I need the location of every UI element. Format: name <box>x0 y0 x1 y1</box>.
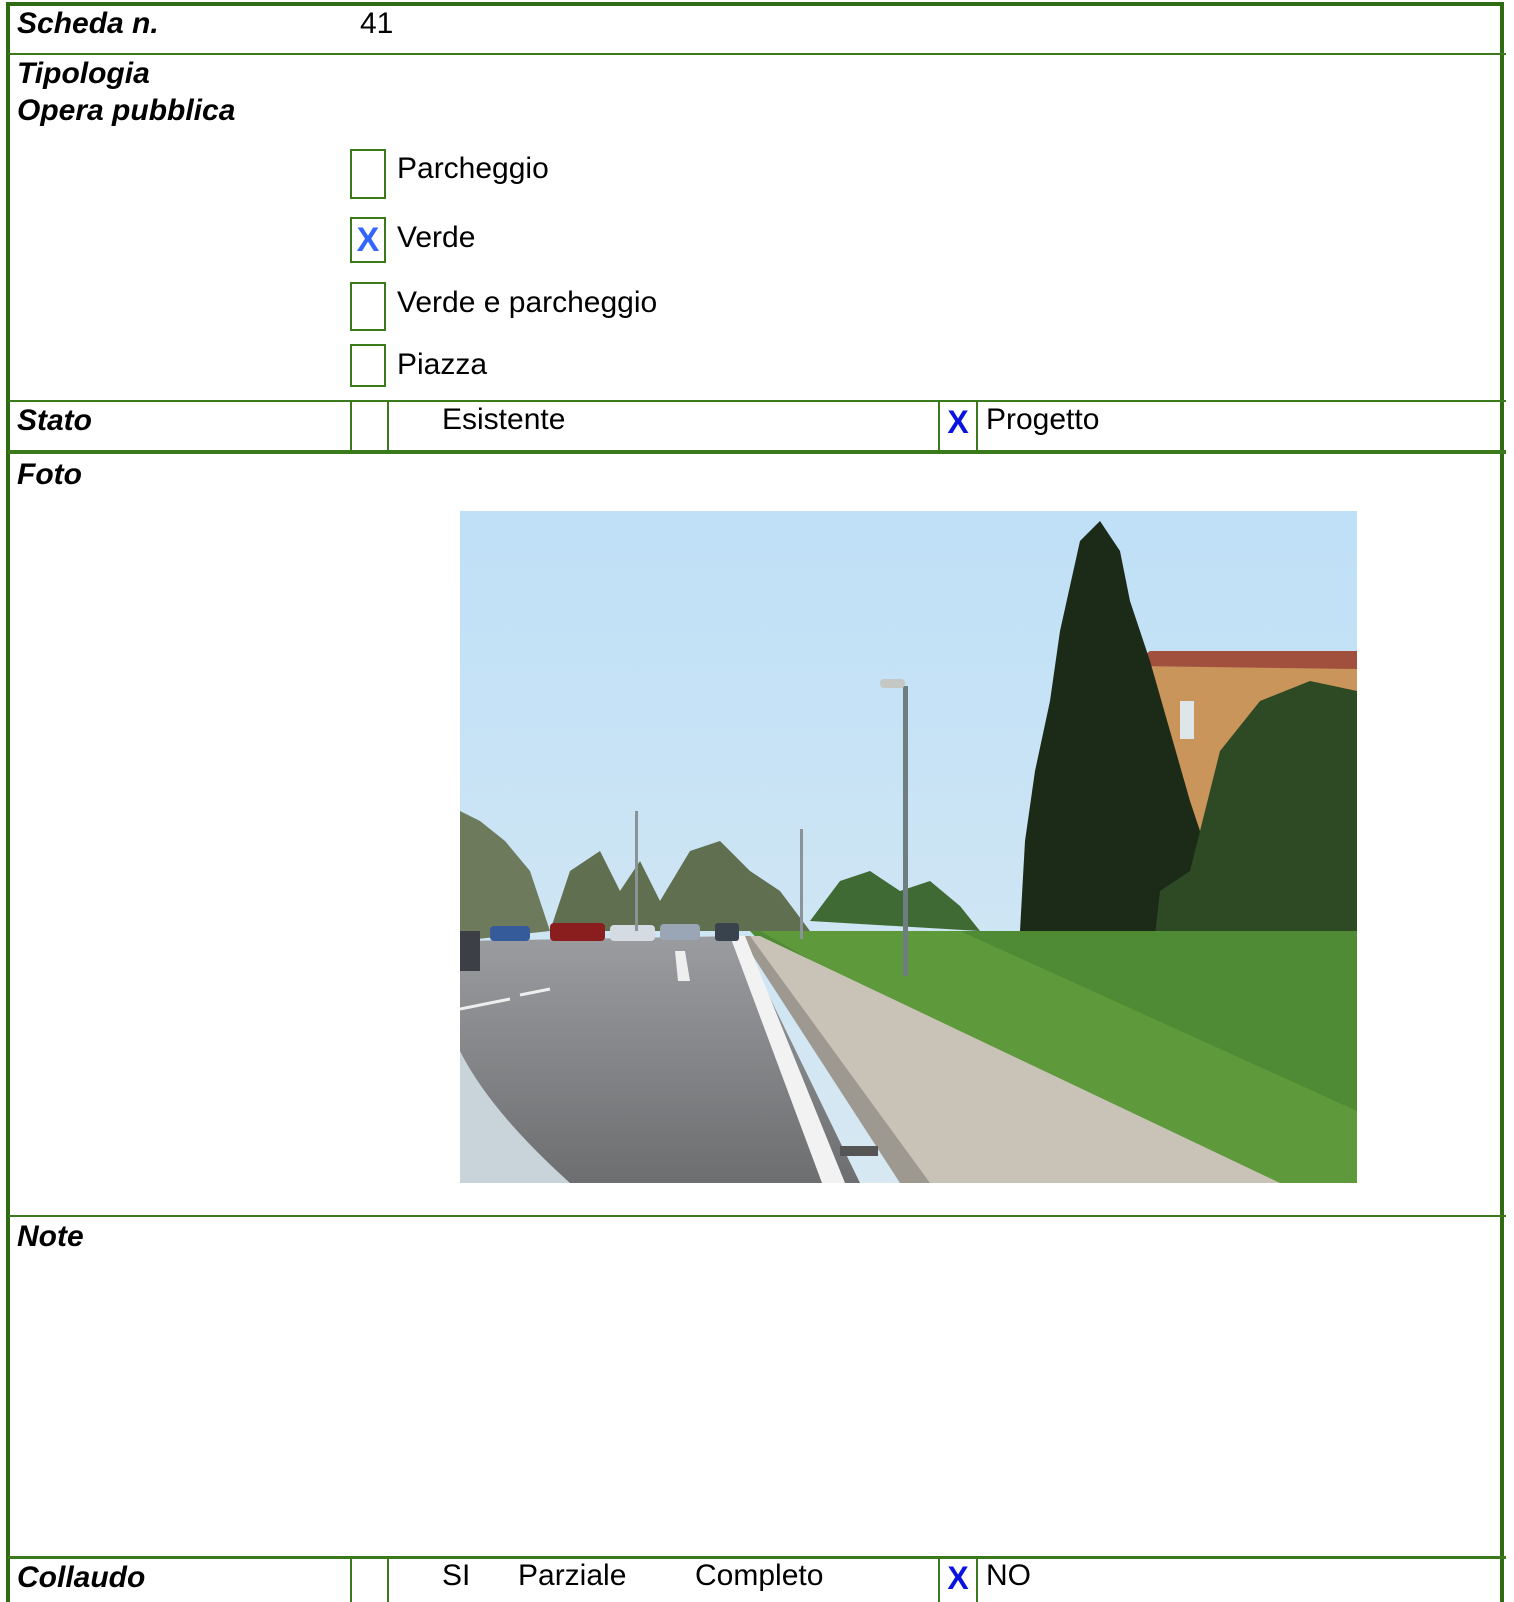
note-label: Note <box>17 1220 84 1253</box>
checkbox-mark: X <box>356 221 380 259</box>
cell-divider <box>387 401 389 451</box>
cell-divider <box>976 1557 978 1602</box>
cell-divider <box>350 401 352 451</box>
option-piazza-label: Piazza <box>397 348 488 381</box>
option-verde-label: Verde <box>397 221 476 254</box>
checkbox-verde-e-parcheggio[interactable] <box>350 282 386 331</box>
site-photo <box>460 511 1357 1183</box>
collaudo-no-mark[interactable]: X <box>940 1560 976 1596</box>
divider <box>8 400 1506 402</box>
progetto-label: Progetto <box>986 403 1100 436</box>
collaudo-no-label: NO <box>986 1559 1031 1592</box>
note-text[interactable] <box>17 1260 1497 1550</box>
tipologia-label: Tipologia <box>17 57 150 90</box>
esistente-label: Esistente <box>442 403 566 436</box>
cell-divider <box>350 1557 352 1602</box>
opera-pubblica-label: Opera pubblica <box>17 94 236 127</box>
divider <box>8 53 1506 55</box>
scheda-number: 41 <box>360 7 394 40</box>
collaudo-parziale-label[interactable]: Parziale <box>518 1558 626 1594</box>
option-verde-e-parcheggio-label: Verde e parcheggio <box>397 286 658 319</box>
progetto-mark[interactable]: X <box>940 404 976 440</box>
collaudo-completo-label[interactable]: Completo <box>695 1558 823 1594</box>
collaudo-label: Collaudo <box>17 1561 146 1594</box>
checkbox-verde[interactable]: X <box>350 217 386 263</box>
collaudo-si-label[interactable]: SI <box>442 1558 470 1594</box>
option-parcheggio-label: Parcheggio <box>397 152 549 185</box>
scheda-label: Scheda n. <box>17 7 159 40</box>
divider <box>8 1215 1506 1217</box>
foto-label: Foto <box>17 458 82 491</box>
cell-divider <box>387 1557 389 1602</box>
checkbox-piazza[interactable] <box>350 344 386 387</box>
cell-divider <box>976 401 978 451</box>
stato-label: Stato <box>17 404 92 437</box>
checkbox-parcheggio[interactable] <box>350 149 386 199</box>
divider <box>8 450 1506 454</box>
